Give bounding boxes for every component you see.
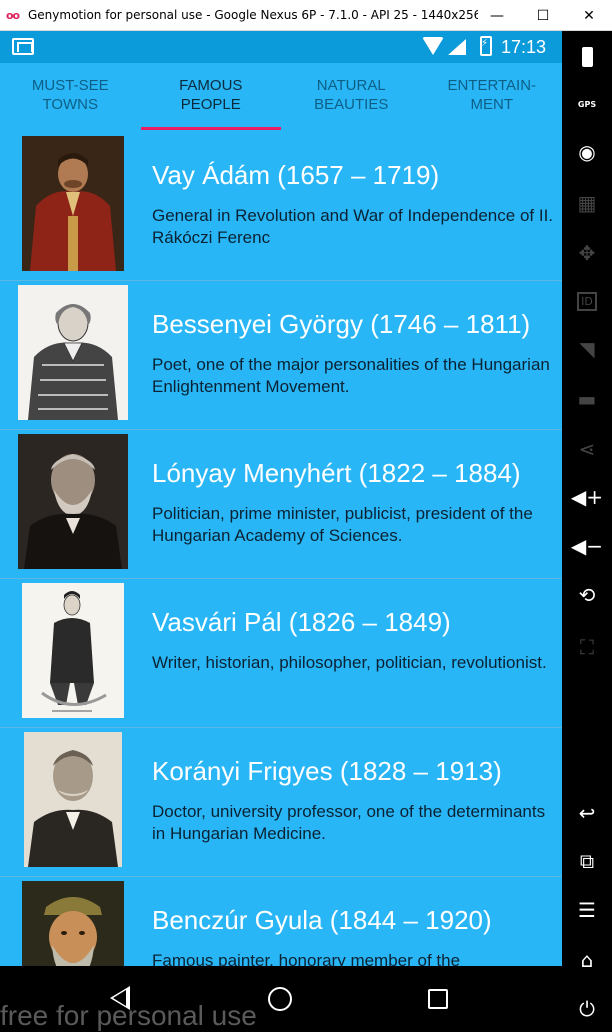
- portrait-image: [24, 732, 122, 867]
- person-description: Poet, one of the major personalities of …: [152, 355, 550, 396]
- back-button-icon[interactable]: ↩: [562, 793, 612, 833]
- device-id-widget-icon[interactable]: ID: [562, 281, 612, 321]
- person-description: Famous painter, honorary member of the: [152, 951, 461, 966]
- genymotion-logo-icon: oo: [6, 8, 20, 22]
- window-title: Genymotion for personal use - Google Nex…: [28, 8, 478, 22]
- person-name: Lónyay Menyhért (1822 – 1884): [152, 458, 521, 488]
- pixel-perfect-icon[interactable]: ⛶: [562, 627, 612, 667]
- list-item[interactable]: Lónyay Menyhért (1822 – 1884) Politician…: [0, 430, 562, 579]
- network-widget-icon[interactable]: ◥: [562, 329, 612, 369]
- wifi-icon: [422, 37, 444, 55]
- menu-button-icon[interactable]: ☰: [562, 890, 612, 930]
- close-button[interactable]: ✕: [566, 0, 612, 31]
- status-time: 17:13: [501, 37, 547, 57]
- person-description: Doctor, university professor, one of the…: [152, 802, 546, 843]
- list-item[interactable]: Korányi Frigyes (1828 – 1913) Doctor, un…: [0, 728, 562, 877]
- maximize-button[interactable]: ☐: [520, 0, 566, 31]
- volume-up-icon[interactable]: ◀+: [562, 477, 612, 517]
- signal-icon: [448, 39, 466, 55]
- camera-widget-icon[interactable]: ◉: [562, 132, 612, 172]
- tab-entertainment[interactable]: ENTERTAIN-MENT: [422, 63, 563, 130]
- list-item[interactable]: Vay Ádám (1657 – 1719) General in Revolu…: [0, 132, 562, 281]
- volume-down-icon[interactable]: ◀−: [562, 526, 612, 566]
- emulator-toolbar: GPS ◉ ▦ ✥ ID ◥ ▬ ⋖ ◀+ ◀− ⟲ ⛶ ↩ ⧉ ☰ ⌂ ⏻: [562, 31, 612, 1032]
- list-item[interactable]: Vasvári Pál (1826 – 1849) Writer, histor…: [0, 579, 562, 728]
- tab-label: FAMOUS PEOPLE: [179, 76, 243, 113]
- portrait-image: [22, 136, 124, 271]
- home-button-icon[interactable]: ⌂: [562, 940, 612, 980]
- tab-label: NATURAL BEAUTIES: [314, 76, 389, 113]
- portrait-image: [22, 583, 124, 718]
- phone-screen: 17:13 MUST-SEE TOWNS FAMOUS PEOPLE NATUR…: [0, 31, 562, 966]
- device-id-label: ID: [577, 291, 597, 311]
- window-titlebar: oo Genymotion for personal use - Google …: [0, 0, 612, 31]
- gps-label: GPS: [577, 99, 597, 109]
- recent-apps-button-icon[interactable]: ⧉: [562, 841, 612, 881]
- people-list: Vay Ádám (1657 – 1719) General in Revolu…: [0, 132, 562, 966]
- share-widget-icon[interactable]: ⋖: [562, 429, 612, 469]
- gps-widget-icon[interactable]: GPS: [562, 84, 612, 124]
- status-bar: 17:13: [0, 31, 562, 63]
- portrait-image: [18, 434, 128, 569]
- recent-apps-icon[interactable]: [428, 989, 448, 1009]
- battery-widget-icon[interactable]: [562, 37, 612, 77]
- person-description: Writer, historian, philosopher, politici…: [152, 653, 547, 672]
- list-item[interactable]: Bessenyei György (1746 – 1811) Poet, one…: [0, 281, 562, 430]
- watermark: free for personal use: [0, 1000, 257, 1031]
- portrait-image: [22, 881, 124, 966]
- gmail-notification-icon: [12, 38, 34, 55]
- list-item[interactable]: Benczúr Gyula (1844 – 1920) Famous paint…: [0, 877, 562, 966]
- capture-widget-icon[interactable]: ▦: [562, 183, 612, 223]
- battery-charging-icon: [480, 36, 492, 56]
- tab-bar: MUST-SEE TOWNS FAMOUS PEOPLE NATURAL BEA…: [0, 63, 562, 130]
- home-icon[interactable]: [268, 987, 292, 1011]
- minimize-button[interactable]: —: [474, 0, 520, 31]
- person-description: Politician, prime minister, publicist, p…: [152, 504, 533, 545]
- person-name: Vay Ádám (1657 – 1719): [152, 160, 440, 190]
- dpad-widget-icon[interactable]: ✥: [562, 233, 612, 273]
- person-name: Korányi Frigyes (1828 – 1913): [152, 756, 502, 786]
- tab-must-see-towns[interactable]: MUST-SEE TOWNS: [0, 63, 141, 130]
- person-name: Vasvári Pál (1826 – 1849): [152, 607, 451, 637]
- tab-famous-people[interactable]: FAMOUS PEOPLE: [140, 63, 282, 130]
- person-description: General in Revolution and War of Indepen…: [152, 206, 554, 247]
- person-name: Bessenyei György (1746 – 1811): [152, 309, 531, 339]
- rotate-icon[interactable]: ⟲: [562, 575, 612, 615]
- tab-label: ENTERTAIN-MENT: [447, 76, 537, 113]
- tab-natural-beauties[interactable]: NATURAL BEAUTIES: [281, 63, 422, 130]
- sms-widget-icon[interactable]: ▬: [562, 379, 612, 419]
- power-button-icon[interactable]: ⏻: [562, 989, 612, 1029]
- person-name: Benczúr Gyula (1844 – 1920): [152, 905, 492, 935]
- portrait-image: [18, 285, 128, 420]
- tab-label: MUST-SEE TOWNS: [31, 76, 109, 113]
